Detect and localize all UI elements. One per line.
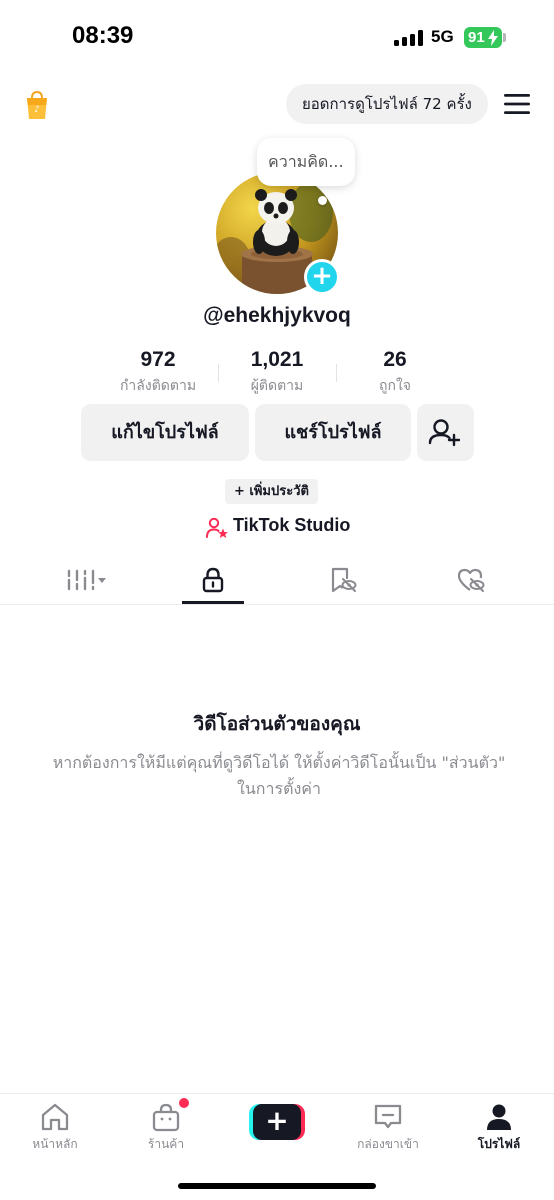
charging-icon [488, 30, 498, 46]
plus-icon: + [253, 1104, 301, 1140]
profile-views-button[interactable]: ยอดการดูโปรไฟล์ 72 ครั้ง [286, 84, 488, 124]
stat-following[interactable]: 972 กำลังติดตาม [103, 348, 213, 397]
empty-state-title: วิดีโอส่วนตัวของคุณ [193, 713, 361, 735]
nav-inbox[interactable]: กล่องขาเข้า [333, 1102, 443, 1154]
tab-videos-filter[interactable] [54, 560, 116, 604]
nav-label: ร้านค้า [147, 1137, 185, 1151]
home-icon [41, 1103, 69, 1131]
stat-label: ถูกใจ [379, 378, 411, 394]
menu-icon[interactable] [504, 93, 530, 115]
status-time: 08:39 [72, 22, 134, 49]
nav-label: โปรไฟล์ [477, 1137, 521, 1151]
share-profile-button[interactable]: แชร์โปรไฟล์ [255, 404, 411, 461]
studio-icon [206, 517, 228, 538]
nav-label: กล่องขาเข้า [357, 1137, 419, 1151]
thought-bubble-tail [318, 196, 327, 205]
stat-likes[interactable]: 26 ถูกใจ [340, 348, 450, 397]
username: @ehekhjykvoq [203, 304, 351, 327]
notification-dot [179, 1098, 189, 1108]
status-bar: 08:39 5G 91 [0, 0, 554, 75]
nav-home[interactable]: หน้าหลัก [0, 1102, 110, 1154]
add-user-icon [428, 419, 461, 447]
add-bio-button[interactable]: + เพิ่มประวัติ [225, 479, 318, 504]
tab-saved[interactable] [312, 560, 374, 604]
empty-state-description: หากต้องการให้มีแต่คุณที่ดูวิดีโอได้ ให้ต… [52, 753, 506, 798]
stat-label: กำลังติดตาม [119, 378, 197, 394]
stat-value: 972 [140, 348, 176, 371]
shop-bag-icon [152, 1103, 180, 1132]
heart-hidden-icon [457, 568, 485, 592]
edit-profile-button[interactable]: แก้ไขโปรไฟล์ [81, 404, 249, 461]
nav-label: หน้าหลัก [32, 1137, 78, 1151]
tab-liked[interactable] [440, 560, 502, 604]
network-type: 5G [431, 27, 454, 46]
create-button[interactable]: + [249, 1104, 305, 1140]
profile-icon [487, 1104, 511, 1130]
studio-label: TikTok Studio [233, 515, 351, 535]
stat-value: 1,021 [250, 348, 304, 371]
tab-private[interactable] [182, 560, 244, 604]
inbox-icon [374, 1104, 402, 1129]
tabs-divider [0, 604, 554, 605]
shop-icon[interactable]: ♪ [24, 90, 50, 120]
stat-value: 26 [383, 348, 407, 371]
add-friend-button[interactable] [417, 404, 474, 461]
add-story-button[interactable]: + [304, 259, 340, 295]
stat-divider [218, 364, 219, 382]
battery-tip [503, 33, 506, 42]
signal-icon [394, 30, 424, 46]
bookmark-hidden-icon [331, 567, 357, 593]
lock-icon [202, 567, 224, 593]
thought-bubble[interactable]: ความคิด... [257, 138, 355, 186]
stat-label: ผู้ติดตาม [250, 378, 304, 394]
home-indicator [178, 1183, 376, 1189]
grid-filter-icon [67, 569, 106, 591]
nav-profile[interactable]: โปรไฟล์ [444, 1102, 554, 1154]
stat-followers[interactable]: 1,021 ผู้ติดตาม [222, 348, 332, 397]
stat-divider [336, 364, 337, 382]
svg-text:♪: ♪ [34, 105, 40, 115]
nav-shop[interactable]: ร้านค้า [111, 1098, 221, 1154]
